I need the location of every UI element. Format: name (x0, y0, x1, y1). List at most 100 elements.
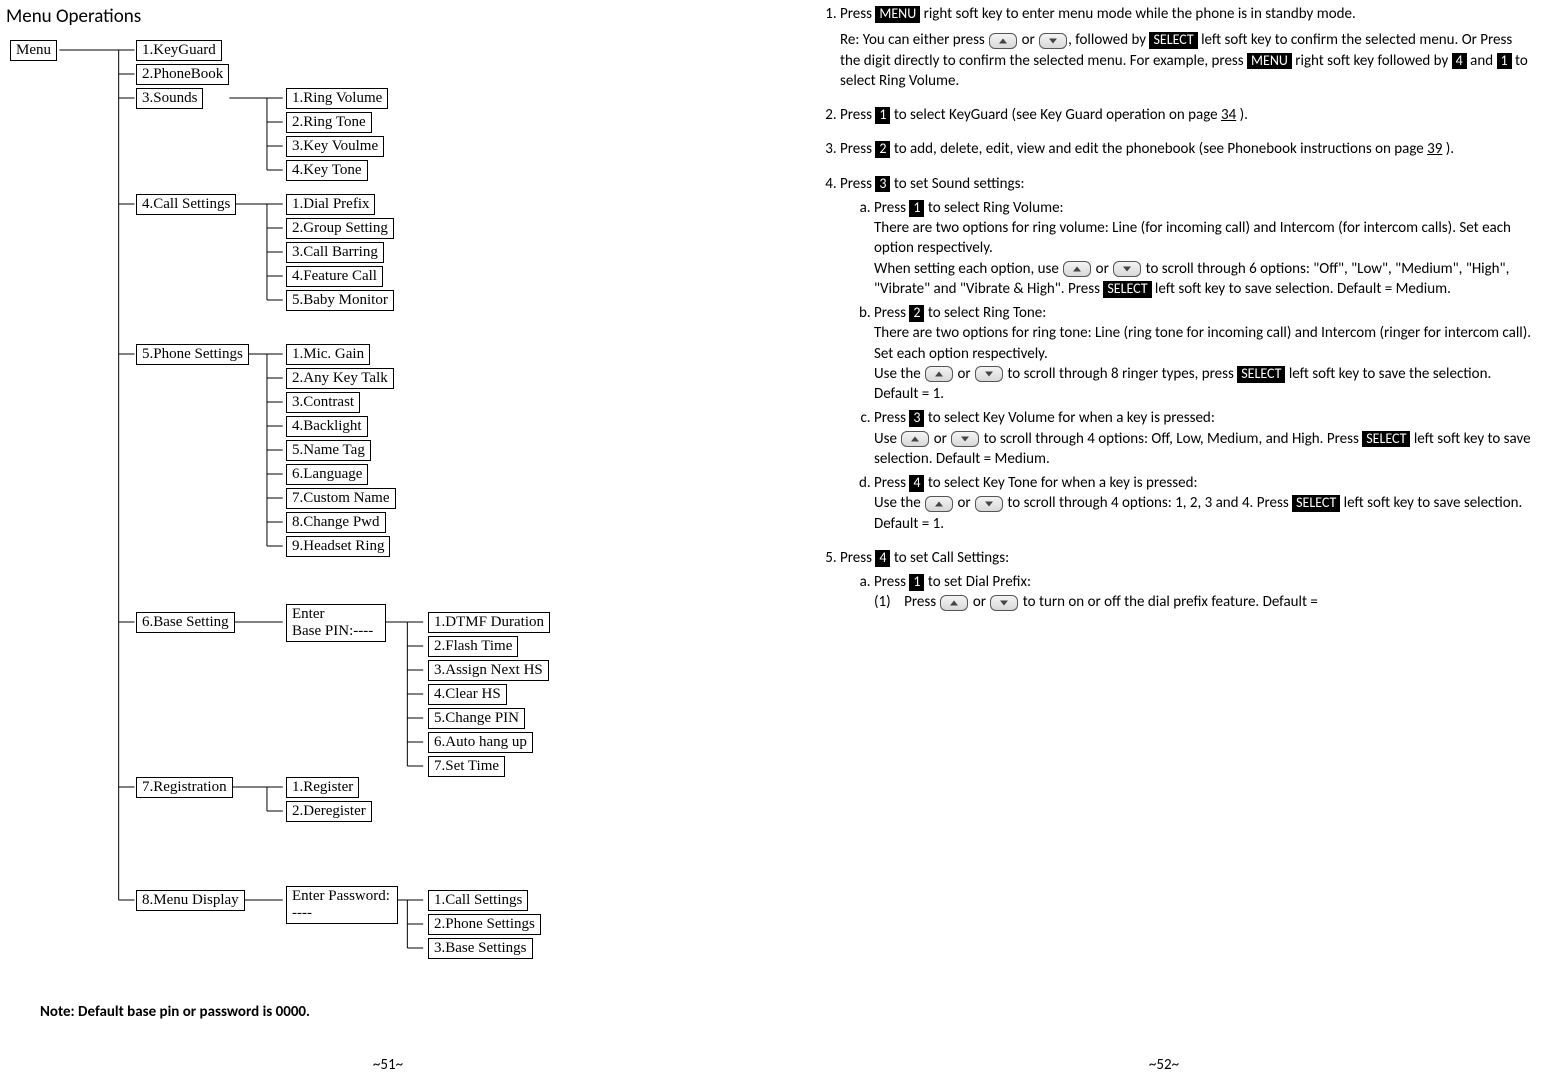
up-arrow-icon (940, 595, 968, 611)
m5-6: 6.Language (286, 464, 368, 485)
t: to set Sound settings: (890, 175, 1024, 193)
t: right soft key to enter menu mode while … (920, 5, 1356, 23)
key-menu: MENU (875, 6, 920, 23)
t: to set Dial Prefix: (924, 573, 1031, 591)
key-2: 2 (875, 141, 890, 158)
m2: 2.PhoneBook (136, 64, 229, 85)
t: to select Ring Tone: (924, 304, 1046, 322)
t: Press (840, 549, 875, 567)
m6-3: 3.Assign Next HS (428, 660, 549, 681)
t: to scroll through 8 ringer types, press (1004, 365, 1237, 383)
key-1: 1 (1497, 53, 1512, 70)
m4: 4.Call Settings (136, 194, 236, 215)
down-arrow-icon (975, 366, 1003, 382)
m7: 7.Registration (136, 777, 233, 798)
key-select: SELECT (1103, 281, 1151, 298)
m3-2: 2.Ring Tone (286, 112, 372, 133)
down-arrow-icon (1039, 33, 1067, 49)
page-ref-39: 39 (1427, 140, 1442, 158)
step-4d: Press 4 to select Key Tone for when a ke… (874, 473, 1532, 534)
t: right soft key followed by (1292, 52, 1452, 70)
t: When setting each option, use (874, 260, 1062, 278)
default-pin-note: Note: Default base pin or password is 00… (40, 1002, 696, 1022)
step-2: Press 1 to select KeyGuard (see Key Guar… (840, 105, 1532, 125)
t: to scroll through 4 options: 1, 2, 3 and… (1004, 494, 1292, 512)
up-arrow-icon (901, 431, 929, 447)
m5-1: 1.Mic. Gain (286, 344, 370, 365)
down-arrow-icon (1113, 261, 1141, 277)
m6-1: 1.DTMF Duration (428, 612, 550, 633)
m6-5: 5.Change PIN (428, 708, 525, 729)
up-arrow-icon (989, 33, 1017, 49)
step-4b: Press 2 to select Ring Tone: There are t… (874, 303, 1532, 404)
t: and (1467, 52, 1497, 70)
up-arrow-icon (1063, 261, 1091, 277)
up-arrow-icon (925, 496, 953, 512)
key-select: SELECT (1237, 366, 1285, 383)
page-51: Menu Operations (0, 0, 776, 1079)
t: Press (874, 474, 909, 492)
key-4: 4 (909, 475, 924, 492)
t: Press (840, 106, 875, 124)
page-ref-34: 34 (1221, 106, 1236, 124)
step-4a: Press 1 to select Ring Volume: There are… (874, 198, 1532, 299)
t: Press (874, 573, 909, 591)
t: or (1092, 260, 1112, 278)
t: ). (1236, 106, 1248, 124)
m4-1: 1.Dial Prefix (286, 194, 375, 215)
up-arrow-icon (925, 366, 953, 382)
m5-3: 3.Contrast (286, 392, 360, 413)
t: to select Key Tone for when a key is pre… (924, 474, 1197, 492)
key-1: 1 (875, 107, 890, 124)
t: There are two options for ring volume: L… (874, 219, 1511, 257)
m8-3: 3.Base Settings (428, 938, 533, 959)
t: Press (874, 304, 909, 322)
key-4: 4 (1452, 53, 1467, 70)
t: ). (1442, 140, 1454, 158)
t: to turn on or off the dial prefix featur… (1019, 593, 1317, 611)
t: or (954, 365, 974, 383)
t: Press (840, 5, 875, 23)
m3-1: 1.Ring Volume (286, 88, 388, 109)
m6-6: 6.Auto hang up (428, 732, 533, 753)
m3-3: 3.Key Voulme (286, 136, 384, 157)
t: to select Key Volume for when a key is p… (924, 409, 1214, 427)
key-4: 4 (875, 550, 890, 567)
m8: 8.Menu Display (136, 890, 245, 911)
down-arrow-icon (951, 431, 979, 447)
m8-2: 2.Phone Settings (428, 914, 541, 935)
step-4: Press 3 to set Sound settings: Press 1 t… (840, 174, 1532, 534)
m4-4: 4.Feature Call (286, 266, 383, 287)
page-52: Press MENU right soft key to enter menu … (776, 0, 1552, 1079)
t: Use (874, 430, 900, 448)
key-3: 3 (909, 410, 924, 427)
m5-5: 5.Name Tag (286, 440, 371, 461)
m4-2: 2.Group Setting (286, 218, 394, 239)
menu-tree: Menu 1.KeyGuard 2.PhoneBook 3.Sounds 1.R… (4, 32, 696, 992)
m3: 3.Sounds (136, 88, 203, 109)
step-4c: Press 3 to select Key Volume for when a … (874, 408, 1532, 469)
t: or (930, 430, 950, 448)
m5-8: 8.Change Pwd (286, 512, 386, 533)
t: , followed by (1068, 31, 1149, 49)
substep-num: (1) (874, 593, 891, 611)
m5-2: 2.Any Key Talk (286, 368, 394, 389)
key-select: SELECT (1362, 431, 1410, 448)
m5: 5.Phone Settings (136, 344, 249, 365)
t: Press (874, 409, 909, 427)
step-5-sub: Press 1 to set Dial Prefix: (1) Press or… (840, 572, 1532, 613)
instruction-list: Press MENU right soft key to enter menu … (796, 4, 1532, 613)
m4-5: 5.Baby Monitor (286, 290, 394, 311)
t: to select KeyGuard (see Key Guard operat… (890, 106, 1221, 124)
key-1: 1 (909, 574, 924, 591)
m6: 6.Base Setting (136, 612, 235, 633)
m6-pin: Enter Base PIN:---- (286, 604, 386, 643)
m5-9: 9.Headset Ring (286, 536, 390, 557)
m6-2: 2.Flash Time (428, 636, 518, 657)
step-1: Press MENU right soft key to enter menu … (840, 4, 1532, 91)
t: or (1018, 31, 1038, 49)
section-title: Menu Operations (6, 4, 696, 30)
step-5a: Press 1 to set Dial Prefix: (1) Press or… (874, 572, 1532, 613)
key-select: SELECT (1292, 495, 1340, 512)
t: Press (840, 140, 875, 158)
